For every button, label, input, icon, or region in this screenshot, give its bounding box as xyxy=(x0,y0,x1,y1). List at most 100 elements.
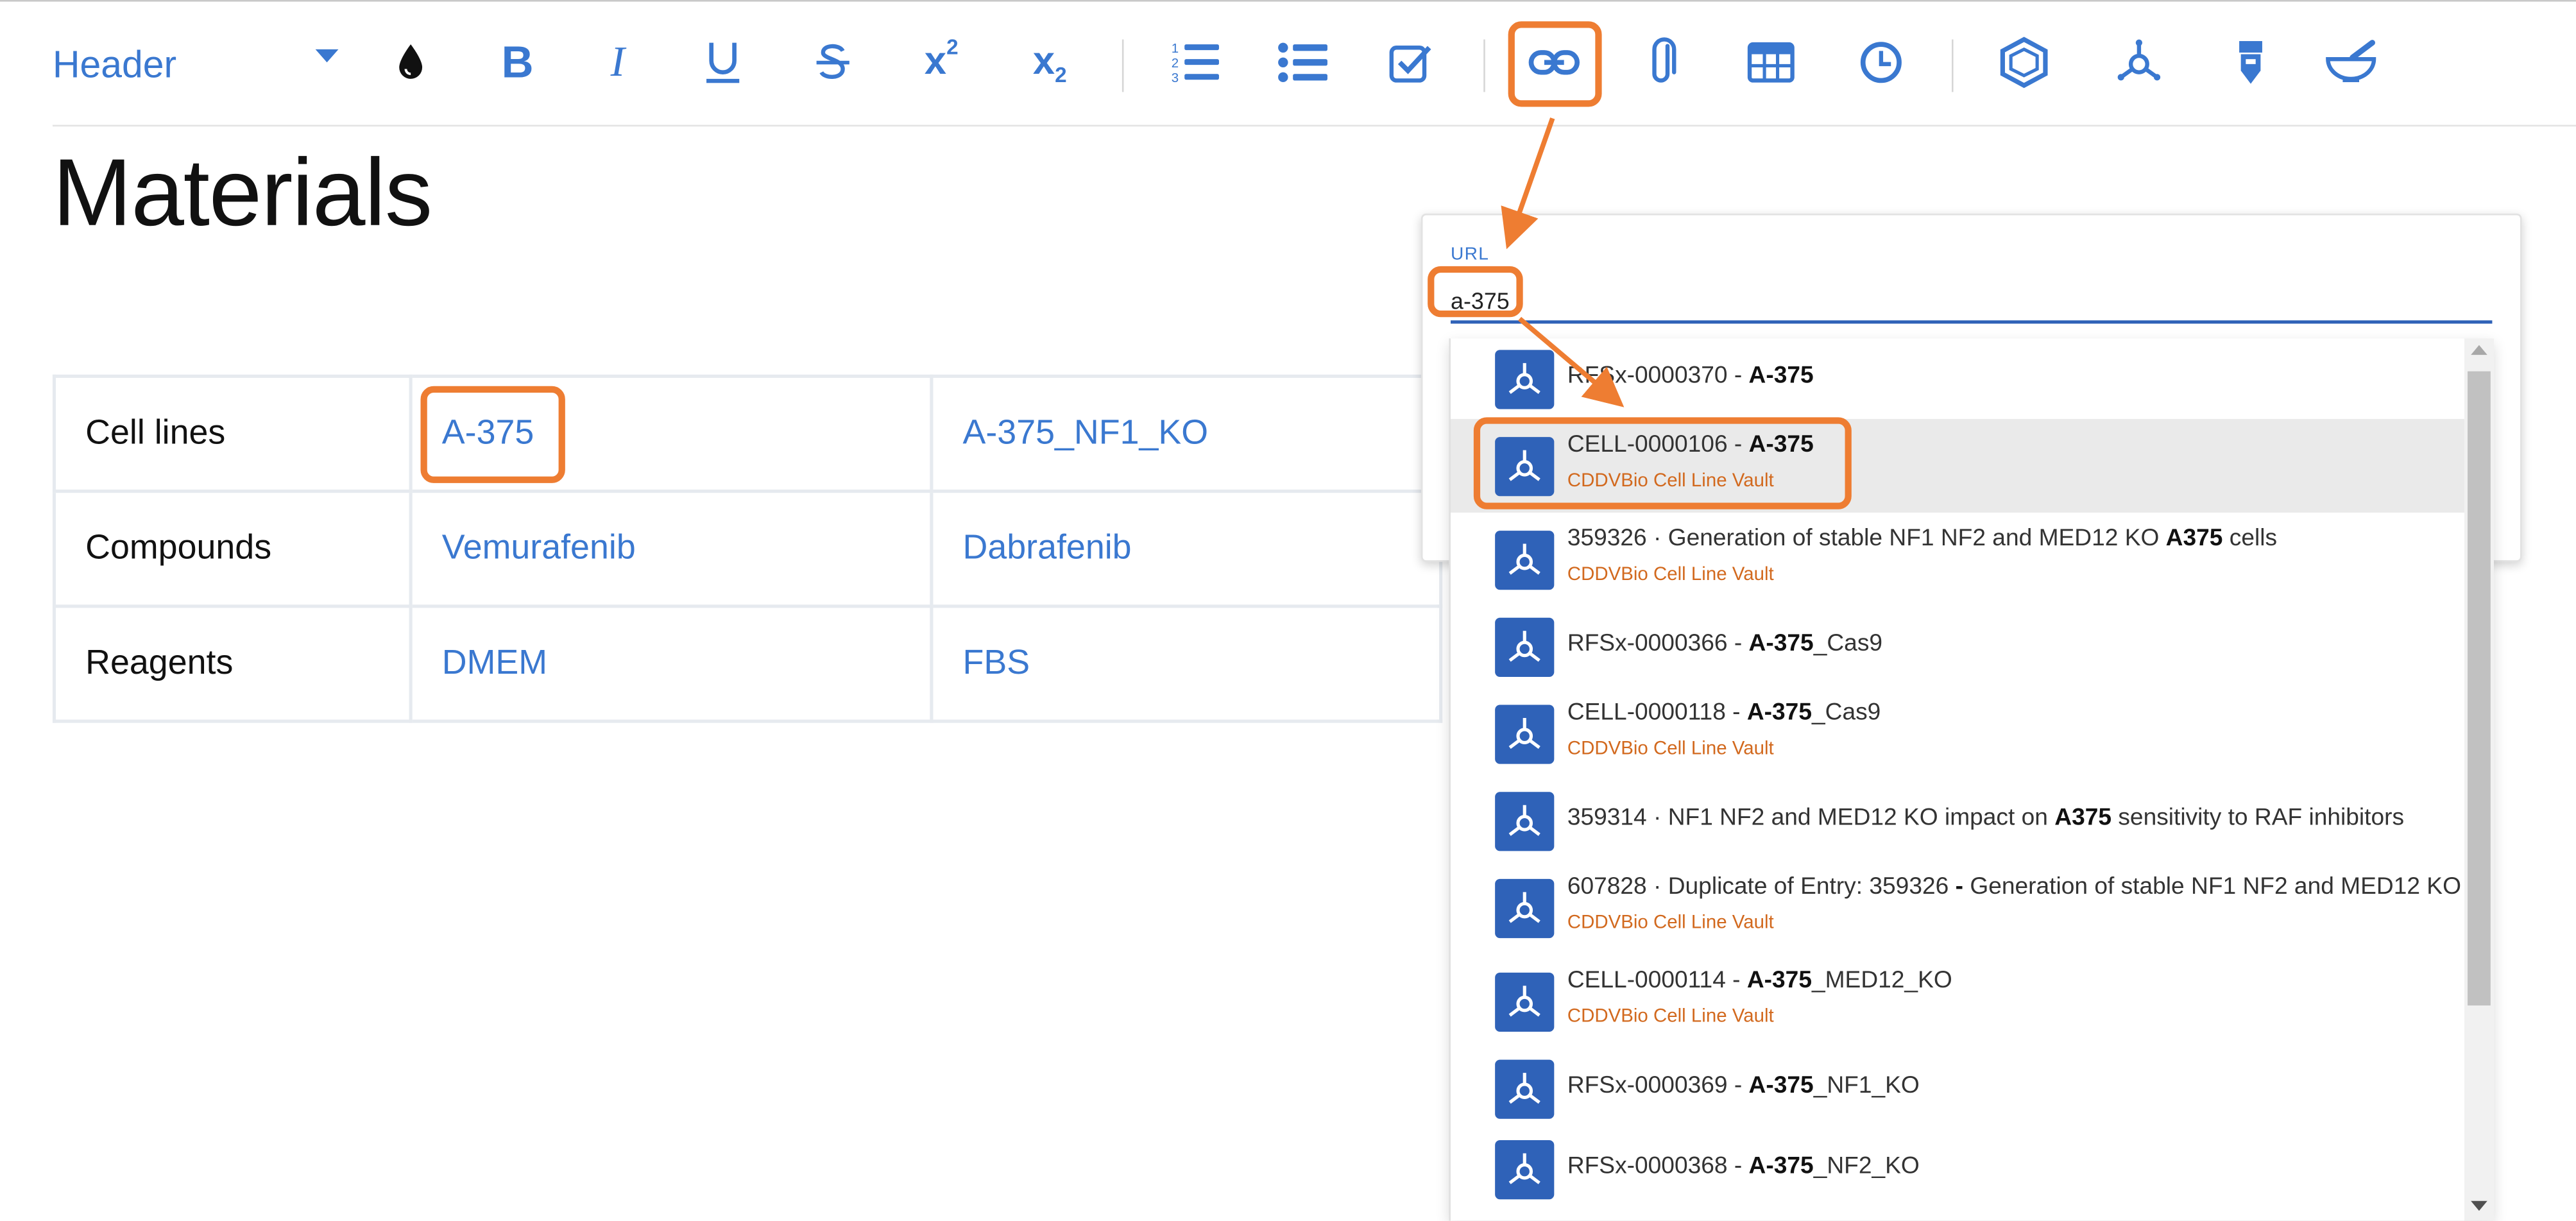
sample-tube-icon[interactable] xyxy=(2218,30,2283,95)
underline-icon[interactable] xyxy=(690,30,755,95)
result-title-prefix: RFSx-0000370 - xyxy=(1567,363,1749,389)
table-cell: FBS xyxy=(930,604,1443,723)
result-item[interactable]: RFSx-0000366 - A-375_Cas9 xyxy=(1451,606,2464,687)
molecule-icon xyxy=(1495,878,1555,937)
material-link[interactable]: A-375_NF1_KO xyxy=(963,414,1209,452)
table-row: Reagents DMEM FBS xyxy=(52,604,1443,723)
subscript-icon[interactable]: x2 xyxy=(1017,30,1082,95)
result-item[interactable]: RFSx-0000369 - A-375_NF1_KO xyxy=(1451,1048,2464,1129)
numbered-list-icon[interactable]: 123 xyxy=(1161,30,1227,95)
ink-drop-icon[interactable] xyxy=(378,30,443,95)
table-row: Cell lines A-375 A-375_NF1_KO xyxy=(52,374,1443,493)
material-link[interactable]: Vemurafenib xyxy=(442,529,636,567)
molecule-icon xyxy=(1495,529,1555,589)
result-title: RFSx-0000369 - A-375_NF1_KO xyxy=(1567,1073,1920,1099)
material-link[interactable]: DMEM xyxy=(442,644,547,682)
result-title: 359314 · NF1 NF2 and MED12 KO impact on … xyxy=(1567,805,2404,832)
url-input-highlight xyxy=(1428,266,1523,318)
material-link[interactable]: Dabrafenib xyxy=(963,529,1132,567)
svg-text:3: 3 xyxy=(1172,71,1179,85)
molecule-icon xyxy=(1495,1139,1555,1199)
scroll-up-icon[interactable] xyxy=(2471,345,2487,355)
editor-toolbar: Header B I x2 x2 1 2 3 xyxy=(0,0,2576,127)
result-title: RFSx-0000370 - A-375 xyxy=(1567,363,1814,389)
cell-link-highlight xyxy=(420,386,565,483)
bulleted-list-icon[interactable] xyxy=(1270,30,1335,95)
scrollbar[interactable] xyxy=(2464,338,2494,1221)
checklist-icon[interactable] xyxy=(1378,30,1444,95)
chevron-down-icon xyxy=(315,49,339,63)
result-title-match: A-375 xyxy=(1746,968,1812,995)
bold-icon[interactable]: B xyxy=(484,30,550,95)
result-title-suffix: _MED12_KO xyxy=(1811,968,1952,995)
block-format-label: Header xyxy=(52,42,177,86)
result-title-suffix: sensitivity to RAF inhibitors xyxy=(2111,805,2405,832)
result-title-prefix: CELL-0000114 - xyxy=(1567,968,1747,995)
materials-table: Cell lines A-375 A-375_NF1_KO Compounds … xyxy=(52,374,1443,723)
result-title-suffix: _Cas9 xyxy=(1811,699,1881,726)
mortar-pestle-icon[interactable] xyxy=(2318,30,2384,95)
result-item[interactable]: RFSx-0000370 - A-375 xyxy=(1451,338,2464,418)
page-title: Materials xyxy=(52,139,432,247)
strikethrough-icon[interactable] xyxy=(800,30,866,95)
result-title: RFSx-0000366 - A-375_Cas9 xyxy=(1567,631,1882,657)
result-title: CELL-0000118 - A-375_Cas9 xyxy=(1567,700,1881,726)
result-item[interactable]: CELL-0000114 - A-375_MED12_KO CDDVBio Cel… xyxy=(1451,955,2464,1048)
result-item[interactable]: 359314 · NF1 NF2 and MED12 KO impact on … xyxy=(1451,780,2464,860)
attachment-icon[interactable] xyxy=(1630,30,1695,95)
scrollbar-thumb[interactable] xyxy=(2468,371,2491,1006)
url-input[interactable] xyxy=(1451,280,2493,324)
result-title-match: A-375 xyxy=(1748,631,1814,658)
italic-icon[interactable]: I xyxy=(585,30,651,95)
url-label: URL xyxy=(1451,244,1490,265)
result-title-prefix: CELL-0000118 - xyxy=(1567,699,1747,726)
table-icon[interactable] xyxy=(1738,30,1804,95)
result-title-match: - xyxy=(1955,874,1963,901)
result-title: CELL-0000114 - A-375_MED12_KO xyxy=(1567,968,1952,994)
hexagon-icon[interactable] xyxy=(1991,30,2056,95)
molecule-icon[interactable] xyxy=(2106,30,2172,95)
table-row: Compounds Vemurafenib Dabrafenib xyxy=(52,490,1443,608)
result-source: CDDVBio Cell Line Vault xyxy=(1567,565,1774,585)
table-cell: DMEM xyxy=(409,604,934,723)
result-item[interactable]: CELL-0000118 - A-375_Cas9 CDDVBio Cell Li… xyxy=(1451,687,2464,780)
result-title-prefix: 607828 · Duplicate of Entry: 359326 xyxy=(1567,874,1956,901)
result-title-match: A-375 xyxy=(1748,363,1814,389)
material-link[interactable]: FBS xyxy=(963,644,1030,682)
scroll-down-icon[interactable] xyxy=(2471,1200,2487,1211)
result-title-prefix: RFSx-0000366 - xyxy=(1567,631,1749,658)
row-header: Reagents xyxy=(52,604,413,723)
svg-text:2: 2 xyxy=(1172,56,1179,71)
result-title-match: A375 xyxy=(2054,805,2112,832)
result-title-match: A375 xyxy=(2165,525,2223,552)
result-title-match: A-375 xyxy=(1748,1153,1814,1180)
toolbar-divider xyxy=(1951,39,1954,92)
molecule-icon xyxy=(1495,617,1555,676)
molecule-icon xyxy=(1495,790,1555,851)
toolbar-bottom-border xyxy=(52,124,2576,127)
molecule-icon xyxy=(1495,971,1555,1031)
table-cell: Dabrafenib xyxy=(930,490,1443,608)
toolbar-divider xyxy=(1122,39,1124,92)
result-item[interactable]: 359326 · Generation of stable NF1 NF2 an… xyxy=(1451,513,2464,606)
result-title-suffix: _NF1_KO xyxy=(1813,1073,1920,1100)
editor-screen: Header B I x2 x2 1 2 3 Materials Cell li… xyxy=(0,0,2576,1221)
result-source: CDDVBio Cell Line Vault xyxy=(1567,913,1774,934)
result-title-suffix: _NF2_KO xyxy=(1813,1153,1920,1180)
result-source: CDDVBio Cell Line Vault xyxy=(1567,1007,1774,1027)
clock-icon[interactable] xyxy=(1848,30,1914,95)
result-item[interactable]: 607828 · Duplicate of Entry: 359326 - Ge… xyxy=(1451,861,2464,955)
result-title: RFSx-0000368 - A-375_NF2_KO xyxy=(1567,1154,1920,1180)
molecule-icon xyxy=(1495,1059,1555,1118)
selected-result-highlight xyxy=(1473,417,1852,509)
result-title-suffix: Generation of stable NF1 NF2 and MED12 K… xyxy=(1963,874,2461,901)
result-title-prefix: 359314 · NF1 NF2 and MED12 KO impact on xyxy=(1567,805,2055,832)
result-title-suffix: _Cas9 xyxy=(1813,631,1883,658)
result-item[interactable]: RFSx-0000368 - A-375_NF2_KO xyxy=(1451,1129,2464,1209)
toolbar-divider xyxy=(1483,39,1485,92)
superscript-icon[interactable]: x2 xyxy=(908,30,974,95)
result-title-match: A-375 xyxy=(1746,699,1812,726)
result-title-prefix: 359326 · Generation of stable NF1 NF2 an… xyxy=(1567,525,2166,552)
block-format-select[interactable]: Header xyxy=(53,43,345,92)
molecule-icon xyxy=(1495,704,1555,764)
